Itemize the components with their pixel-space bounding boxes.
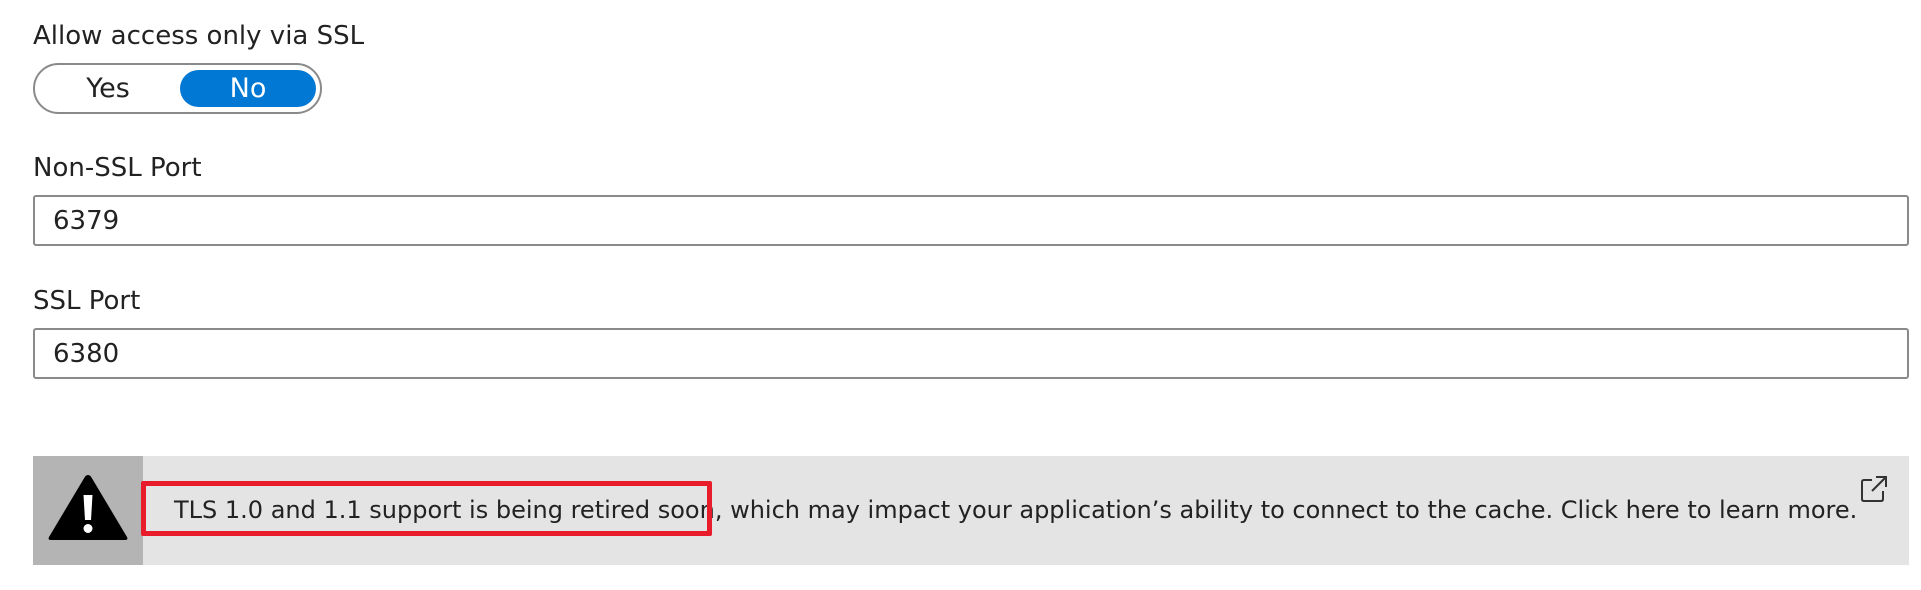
ssl-only-label: Allow access only via SSL — [33, 21, 365, 51]
warning-icon — [48, 475, 128, 540]
non-ssl-port-input[interactable] — [33, 195, 1909, 246]
non-ssl-port-label: Non-SSL Port — [33, 153, 202, 183]
redis-ports-settings: Allow access only via SSL Yes No Non-SSL… — [0, 0, 1921, 590]
tls-retirement-banner[interactable]: TLS 1.0 and 1.1 support is being retired… — [33, 456, 1909, 565]
ssl-only-no-option[interactable]: No — [180, 70, 316, 107]
ssl-port-label: SSL Port — [33, 286, 141, 316]
tls-retirement-message[interactable]: TLS 1.0 and 1.1 support is being retired… — [174, 493, 1857, 527]
ssl-only-toggle[interactable]: Yes No — [33, 63, 322, 114]
external-link-icon[interactable] — [1859, 474, 1889, 504]
ssl-port-input[interactable] — [33, 328, 1909, 379]
ssl-only-yes-option[interactable]: Yes — [39, 70, 177, 107]
warning-icon-container — [33, 456, 143, 565]
